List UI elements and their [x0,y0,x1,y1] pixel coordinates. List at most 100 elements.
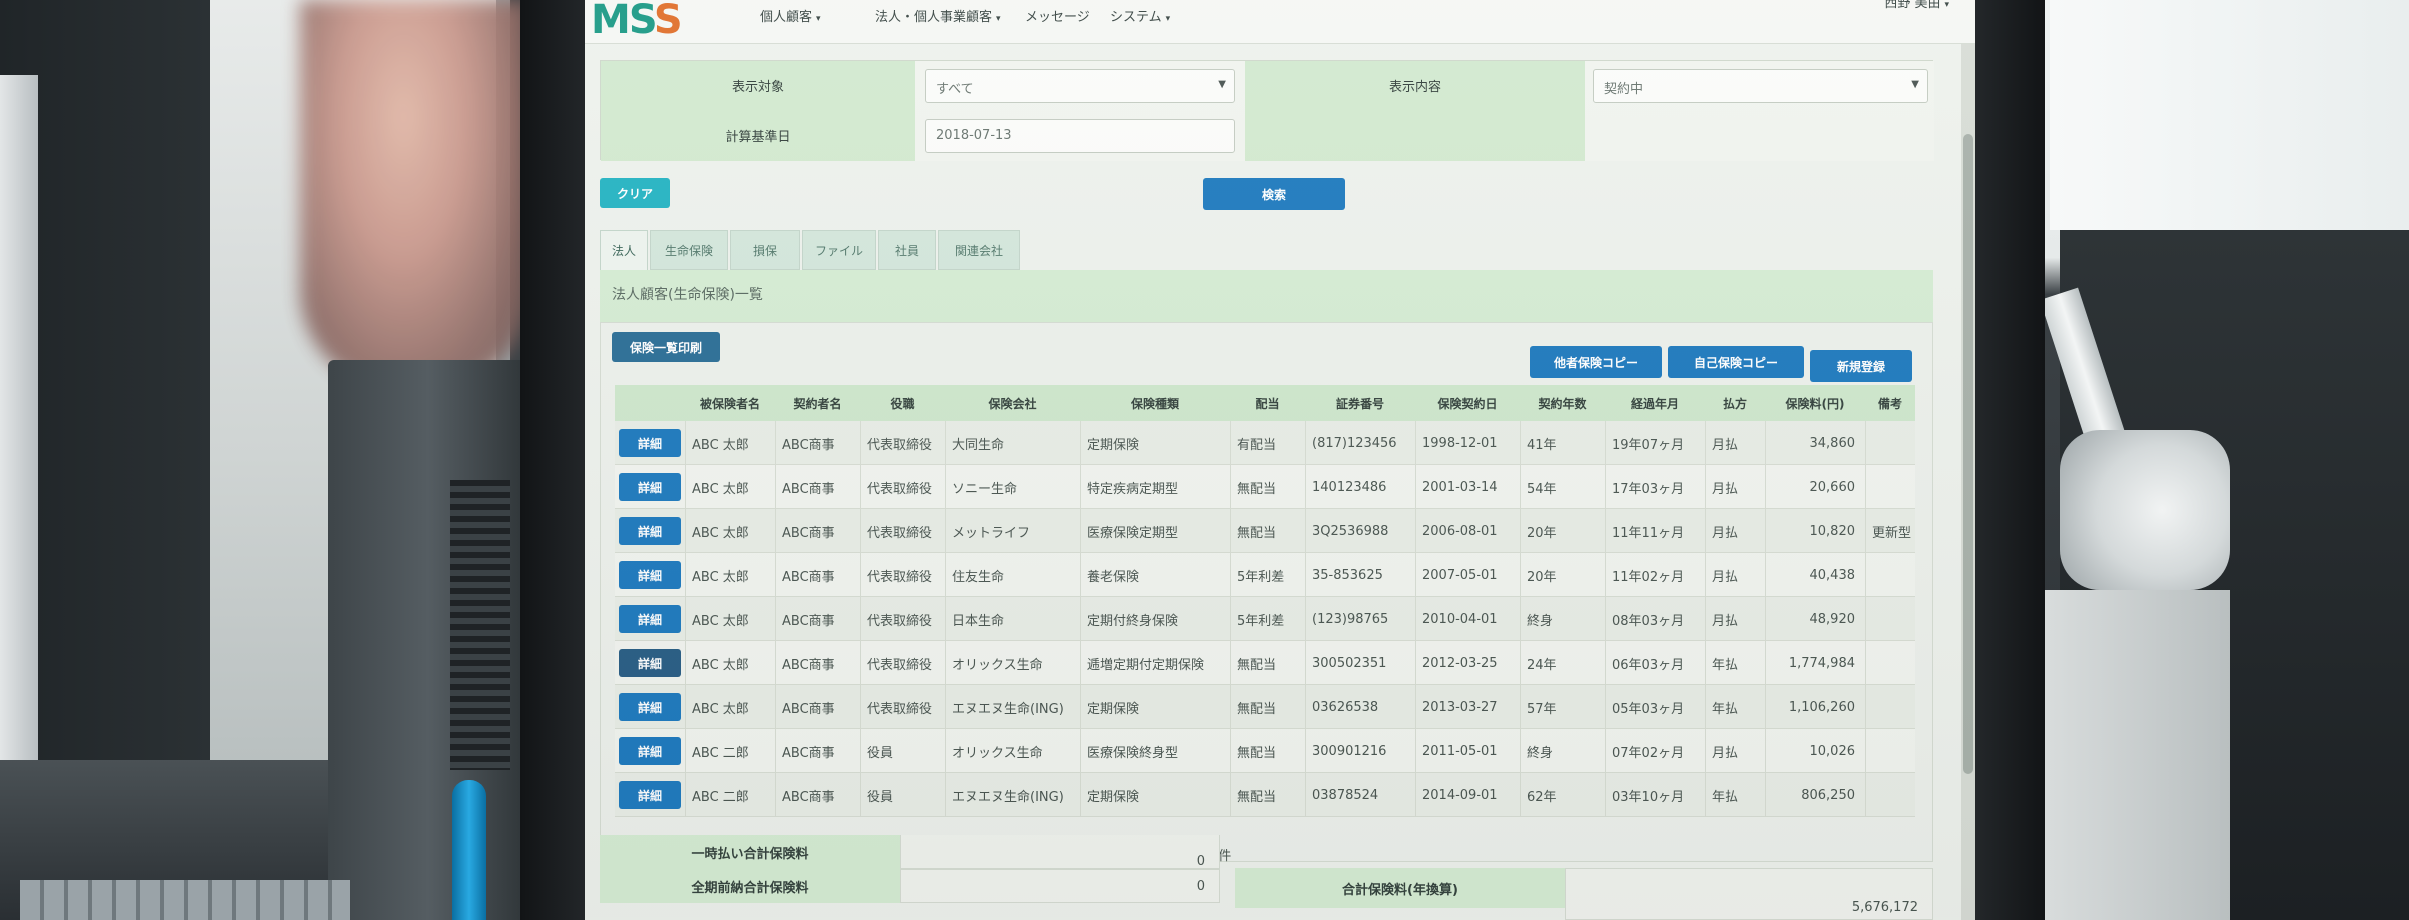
table-cell: 24年 [1520,641,1605,685]
table-cell: 2012-03-25 [1415,641,1520,685]
detail-button[interactable]: 詳細 [619,429,681,457]
table-cell: 2014-09-01 [1415,773,1520,817]
tab-files[interactable]: ファイル [802,230,876,270]
detail-button[interactable]: 詳細 [619,649,681,677]
detail-cell: 詳細 [615,641,685,685]
display-target-select[interactable]: すべて ▼ [925,69,1235,103]
table-cell: 無配当 [1230,685,1305,729]
search-button[interactable]: 検索 [1203,178,1345,210]
table-cell: ABC商事 [775,465,860,509]
table-cell: (123)98765 [1305,597,1415,641]
detail-cell: 詳細 [615,685,685,729]
detail-button[interactable]: 詳細 [619,781,681,809]
detail-button[interactable]: 詳細 [619,693,681,721]
calc-date-label: 計算基準日 [601,109,915,161]
display-target-cell: すべて ▼ [915,61,1245,109]
table-cell: 定期付終身保険 [1080,597,1230,641]
table-cell: 代表取締役 [860,597,945,641]
caret-down-icon: ▼ [1911,79,1919,90]
nav-messages[interactable]: メッセージ [1025,6,1090,25]
nav-personal-customers[interactable]: 個人顧客 ▾ [760,6,821,25]
background-person [300,0,530,390]
table-cell: エヌエヌ生命(ING) [945,773,1080,817]
table-cell: 年払 [1705,685,1765,729]
nav-corporate-customers[interactable]: 法人・個人事業顧客 ▾ [875,6,1001,25]
table-cell: 住友生命 [945,553,1080,597]
table-cell [1865,597,1915,641]
detail-cell: 詳細 [615,553,685,597]
table-cell: 年払 [1705,773,1765,817]
table-cell: 定期保険 [1080,773,1230,817]
table-cell: 月払 [1705,465,1765,509]
table-cell: 代表取締役 [860,421,945,465]
chevron-down-icon: ▾ [816,14,821,24]
table-cell: 2007-05-01 [1415,553,1520,597]
table-cell: ABC商事 [775,509,860,553]
table-cell: 年払 [1705,641,1765,685]
detail-button[interactable]: 詳細 [619,517,681,545]
table-cell: 2010-04-01 [1415,597,1520,641]
table-cell: 定期保険 [1080,421,1230,465]
annual-total-value: 5,676,172 [1565,868,1933,920]
detail-button[interactable]: 詳細 [619,737,681,765]
table-cell: (817)123456 [1305,421,1415,465]
app-logo[interactable]: MSS [591,0,683,44]
table-row: 詳細 ABC 二郎 ABC商事 役員 エヌエヌ生命(ING) 定期保険 無配当 0387852… [615,773,1915,817]
table-cell: オリックス生命 [945,641,1080,685]
user-menu[interactable]: 西野 美由 ▾ [1884,0,1949,11]
detail-button[interactable]: 詳細 [619,605,681,633]
table-cell: 更新型 [1865,509,1915,553]
table-cell: 月払 [1705,509,1765,553]
table-cell: 代表取締役 [860,685,945,729]
tab-related-companies[interactable]: 関連会社 [938,230,1020,270]
table-cell: ABC商事 [775,641,860,685]
table-cell: 35-853625 [1305,553,1415,597]
table-cell [1865,421,1915,465]
table-cell: 300901216 [1305,729,1415,773]
scrollbar[interactable] [1961,44,1975,920]
table-cell: 19年07ヶ月 [1605,421,1705,465]
tab-corporate[interactable]: 法人 [600,230,648,270]
col-insured-name: 被保険者名 [699,396,760,411]
print-list-button[interactable]: 保険一覧印刷 [612,332,720,362]
col-insurer: 保険会社 [988,396,1037,411]
tab-non-life[interactable]: 損保 [730,230,800,270]
detail-cell: 詳細 [615,773,685,817]
chevron-down-icon: ▾ [1165,14,1171,24]
table-row: 詳細 ABC 二郎 ABC商事 役員 オリックス生命 医療保険終身型 無配当 30090121… [615,729,1915,773]
tab-employees[interactable]: 社員 [878,230,936,270]
detail-cell: 詳細 [615,465,685,509]
scrollbar-thumb[interactable] [1963,134,1973,774]
table-cell: 代表取締役 [860,509,945,553]
chevron-down-icon: ▾ [1944,0,1949,10]
table-cell: 月払 [1705,597,1765,641]
table-cell: ABC 太郎 [685,509,775,553]
calc-date-input[interactable]: 2018-07-13 [925,119,1235,153]
clear-button[interactable]: クリア [600,178,670,208]
table-cell: ABC 太郎 [685,641,775,685]
display-content-label: 表示内容 [1245,61,1585,109]
tab-life-insurance[interactable]: 生命保険 [650,230,728,270]
table-cell: 20年 [1520,509,1605,553]
table-cell [1865,685,1915,729]
copy-own-insurance-button[interactable]: 自己保険コピー [1668,346,1804,378]
table-cell: 1,106,260 [1765,685,1865,729]
col-elapsed: 経過年月 [1630,396,1679,411]
new-registration-button[interactable]: 新規登録 [1810,350,1912,382]
filter-empty-label [1245,109,1585,161]
table-cell: 5年利差 [1230,597,1305,641]
nav-system[interactable]: システム ▾ [1110,6,1170,25]
table-cell: ABC 二郎 [685,729,775,773]
table-cell: 34,860 [1765,421,1865,465]
background-right-window [2050,0,2409,230]
detail-button[interactable]: 詳細 [619,473,681,501]
table-cell: ABC 太郎 [685,421,775,465]
table-row: 詳細 ABC 太郎 ABC商事 代表取締役 住友生命 養老保険 5年利差 35-853625 2… [615,553,1915,597]
display-content-select[interactable]: 契約中 ▼ [1593,69,1928,103]
detail-button[interactable]: 詳細 [619,561,681,589]
prepaid-total-value: 0 [900,869,1220,903]
table-cell: 11年11ヶ月 [1605,509,1705,553]
table-cell: 医療保険終身型 [1080,729,1230,773]
copy-other-insurance-button[interactable]: 他者保険コピー [1530,346,1662,378]
table-row: 詳細 ABC 太郎 ABC商事 代表取締役 日本生命 定期付終身保険 5年利差 (123)98… [615,597,1915,641]
